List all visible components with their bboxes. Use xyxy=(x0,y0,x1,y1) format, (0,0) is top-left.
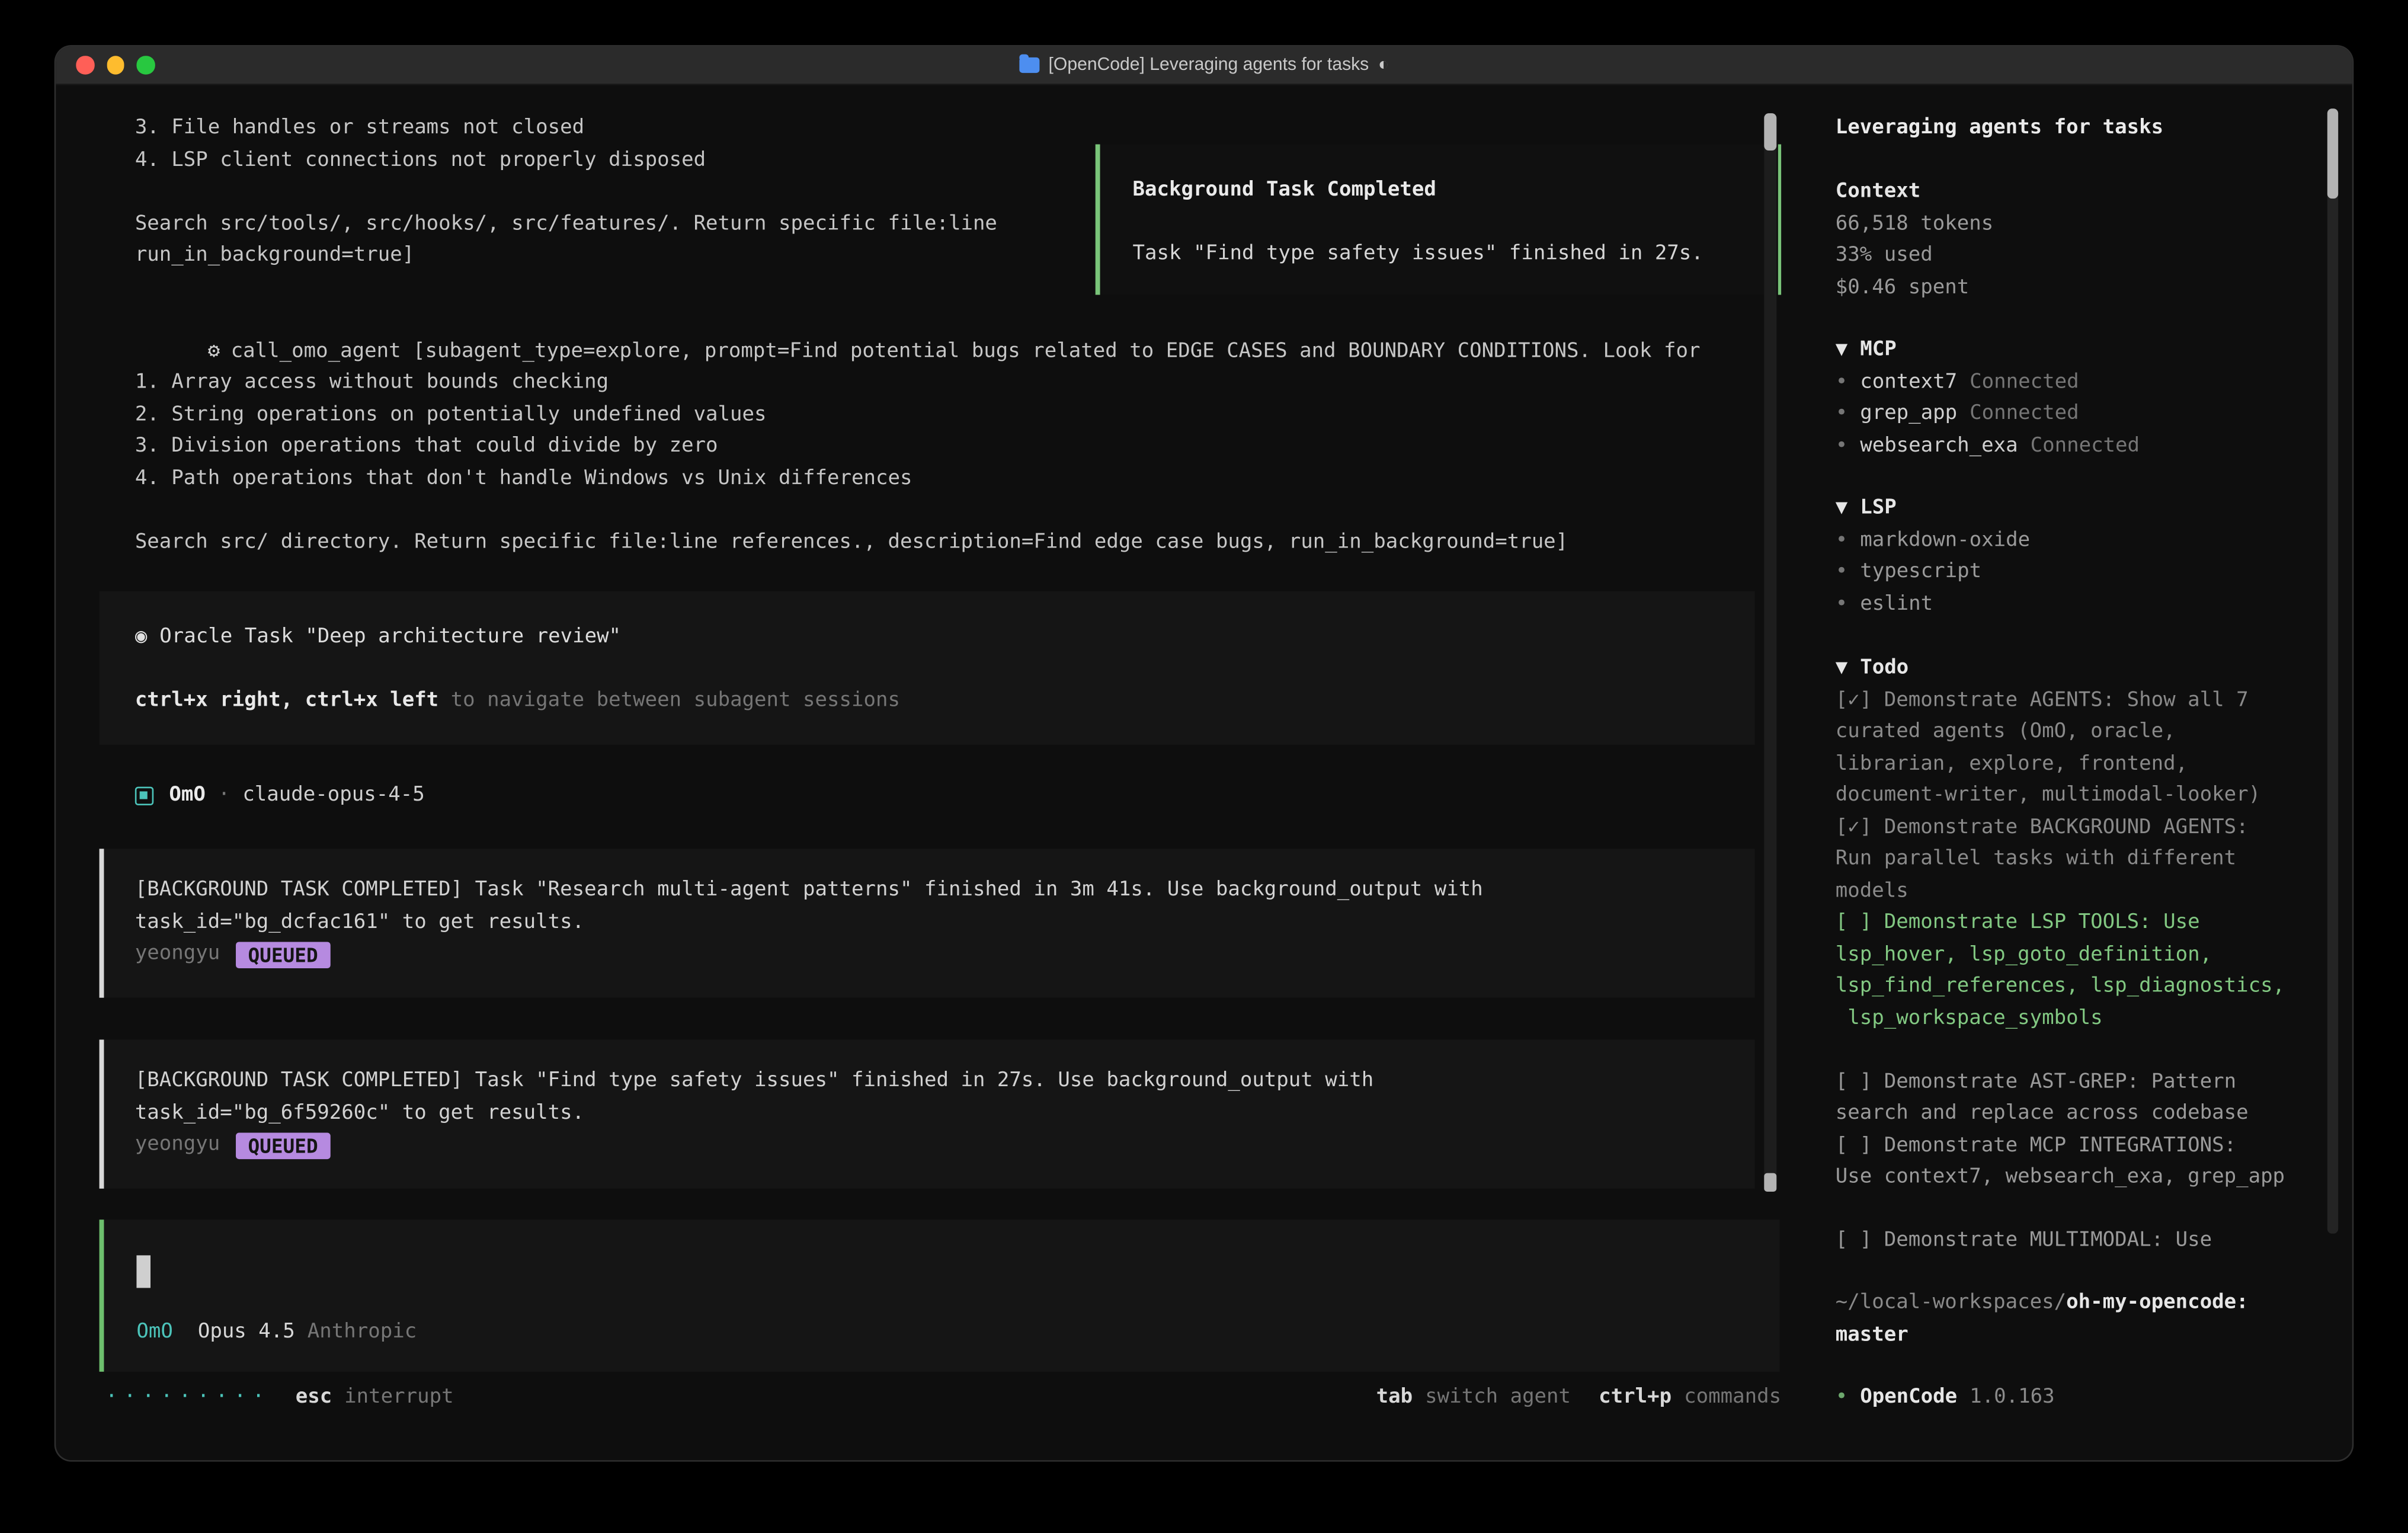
todo-item: [ ] Demonstrate LSP TOOLS: Use lsp_hover… xyxy=(1836,908,2321,1035)
active-agent-label: OmO xyxy=(136,1317,172,1349)
bullet-icon: • xyxy=(1836,399,1847,431)
main-scrollbar-thumb[interactable] xyxy=(1764,113,1776,151)
lsp-item: • typescript xyxy=(1836,557,2030,589)
status-badge: QUEUED xyxy=(235,942,330,968)
chevron-down-icon: ▼ xyxy=(1836,657,1847,680)
context-spent: $0.46 spent xyxy=(1836,273,1993,305)
tab-key-hint: tab xyxy=(1376,1382,1413,1414)
session-title: Leveraging agents for tasks xyxy=(1836,113,2163,145)
workspace-path: ~/local-workspaces/oh-my-opencode: maste… xyxy=(1836,1288,2249,1351)
todo-item: [ ] Demonstrate AST-GREP: Pattern search… xyxy=(1836,1067,2321,1130)
gear-icon: ⚙ xyxy=(208,339,220,362)
terminal-window: [OpenCode] Leveraging agents for tasks ◐… xyxy=(56,47,2352,1461)
desktop: [OpenCode] Leveraging agents for tasks ◐… xyxy=(0,0,2408,1533)
window-title-text: [OpenCode] Leveraging agents for tasks xyxy=(1049,56,1369,74)
context-heading: Context xyxy=(1836,177,1993,209)
mcp-item: • context7 Connected xyxy=(1836,367,2140,399)
hint-text: to navigate between subagent sessions xyxy=(438,689,900,712)
tool-call-block: ⚙call_omo_agent [subagent_type=explore, … xyxy=(135,304,1764,590)
todo-item: [✓] Demonstrate AGENTS: Show all 7 curat… xyxy=(1836,685,2321,812)
message-card: [BACKGROUND TASK COMPLETED] Task "Resear… xyxy=(100,849,1755,997)
agent-name: OmO xyxy=(169,780,205,812)
progress-glyph-icon: ◐ xyxy=(1378,56,1389,74)
message-meta: yeongyu QUEUED xyxy=(135,1129,1724,1161)
tab-key-label: switch agent xyxy=(1425,1382,1571,1414)
oracle-task-title: ◉Oracle Task "Deep architecture review" xyxy=(135,622,1755,654)
close-window-button[interactable] xyxy=(76,56,94,73)
mcp-item: • grep_app Connected xyxy=(1836,399,2140,431)
bullet-icon: • xyxy=(1836,431,1847,463)
mcp-heading: ▼MCP xyxy=(1836,335,2140,367)
status-bar: ········· esc interrupt tab switch agent… xyxy=(105,1382,1781,1414)
separator-dot: · xyxy=(218,780,230,812)
ctrlp-key-hint: ctrl+p xyxy=(1599,1382,1671,1414)
active-model-label: Opus 4.5 xyxy=(198,1317,295,1349)
minimize-window-button[interactable] xyxy=(106,56,124,73)
todo-section: ▼Todo [✓] Demonstrate AGENTS: Show all 7… xyxy=(1836,653,2321,1257)
bullet-icon: • xyxy=(1836,557,1847,589)
lsp-heading: ▼LSP xyxy=(1836,494,2030,526)
traffic-lights xyxy=(76,56,154,73)
message-body: [BACKGROUND TASK COMPLETED] Task "Find t… xyxy=(135,1066,1724,1129)
mcp-section: ▼MCP • context7 Connected • grep_app Con… xyxy=(1836,335,2140,463)
toast-title: Background Task Completed xyxy=(1133,175,1750,207)
lsp-item: • eslint xyxy=(1836,589,2030,621)
todo-item: [✓] Demonstrate BACKGROUND AGENTS: Run p… xyxy=(1836,812,2321,908)
main-scrollbar[interactable] xyxy=(1764,113,1776,1192)
tool-call-text: call_omo_agent [subagent_type=explore, p… xyxy=(135,339,1701,553)
agent-checkbox-icon xyxy=(135,787,153,805)
navigation-hint: ctrl+x right, ctrl+x left to navigate be… xyxy=(135,686,1755,718)
todo-item: [ ] Demonstrate MULTIMODAL: Use xyxy=(1836,1226,2321,1258)
agent-header: OmO · claude-opus-4-5 xyxy=(135,780,425,812)
app-version-number: 1.0.163 xyxy=(1970,1382,2054,1414)
zoom-window-button[interactable] xyxy=(136,56,154,73)
ctrlp-key-label: commands xyxy=(1684,1382,1781,1414)
message-body: [BACKGROUND TASK COMPLETED] Task "Resear… xyxy=(135,875,1724,939)
main-scrollbar-cap xyxy=(1764,1173,1776,1192)
toast-body: Task "Find type safety issues" finished … xyxy=(1133,239,1750,271)
bullet-icon: • xyxy=(1836,525,1847,557)
app-name: OpenCode xyxy=(1860,1382,1957,1414)
bullet-icon: • xyxy=(1836,1382,1847,1414)
window-title: [OpenCode] Leveraging agents for tasks ◐ xyxy=(1019,56,1389,74)
message-author: yeongyu xyxy=(135,1129,220,1161)
oracle-bullet-icon: ◉ xyxy=(135,625,147,648)
todo-item: [ ] Demonstrate MCP INTEGRATIONS: Use co… xyxy=(1836,1131,2321,1194)
sidebar-scrollbar[interactable] xyxy=(2327,108,2338,1233)
message-author: yeongyu xyxy=(135,939,220,971)
hint-keys: ctrl+x right, ctrl+x left xyxy=(135,689,438,712)
text-cursor xyxy=(136,1255,150,1288)
workspace-path-prefix: ~/local-workspaces/ xyxy=(1836,1291,2066,1314)
message-card: [BACKGROUND TASK COMPLETED] Task "Find t… xyxy=(100,1039,1755,1188)
sidebar-scrollbar-thumb[interactable] xyxy=(2327,108,2338,199)
terminal-output-top: 3. File handles or streams not closed 4.… xyxy=(135,113,1128,272)
bullet-icon: • xyxy=(1836,589,1847,621)
bullet-icon: • xyxy=(1836,367,1847,399)
todo-heading: ▼Todo xyxy=(1836,653,2321,685)
folder-icon xyxy=(1019,57,1039,73)
status-badge: QUEUED xyxy=(235,1132,330,1159)
git-branch: master xyxy=(1836,1320,2249,1352)
chevron-down-icon: ▼ xyxy=(1836,497,1847,520)
mcp-item: • websearch_exa Connected xyxy=(1836,431,2140,463)
workspace-path-name: oh-my-opencode: xyxy=(2066,1291,2248,1314)
input-footer: OmO Opus 4.5 Anthropic xyxy=(136,1317,417,1349)
chevron-down-icon: ▼ xyxy=(1836,338,1847,361)
provider-label: Anthropic xyxy=(308,1317,417,1349)
spinner-dots-icon: ········· xyxy=(105,1382,271,1414)
lsp-item: • markdown-oxide xyxy=(1836,525,2030,557)
context-section: Context 66,518 tokens 33% used $0.46 spe… xyxy=(1836,177,1993,305)
context-used: 33% used xyxy=(1836,241,1993,273)
background-task-toast: Background Task Completed Task "Find typ… xyxy=(1096,145,1781,295)
lsp-section: ▼LSP • markdown-oxide • typescript • esl… xyxy=(1836,494,2030,621)
agent-model: claude-opus-4-5 xyxy=(242,780,424,812)
prompt-input[interactable]: OmO Opus 4.5 Anthropic xyxy=(100,1220,1780,1372)
app-version: • OpenCode 1.0.163 xyxy=(1836,1382,2055,1414)
message-meta: yeongyu QUEUED xyxy=(135,939,1724,971)
esc-key-label: interrupt xyxy=(344,1382,453,1414)
window-titlebar[interactable]: [OpenCode] Leveraging agents for tasks ◐ xyxy=(56,47,2352,85)
context-tokens: 66,518 tokens xyxy=(1836,209,1993,241)
oracle-task-panel: ◉Oracle Task "Deep architecture review" … xyxy=(100,591,1755,745)
esc-key-hint: esc xyxy=(296,1382,332,1414)
